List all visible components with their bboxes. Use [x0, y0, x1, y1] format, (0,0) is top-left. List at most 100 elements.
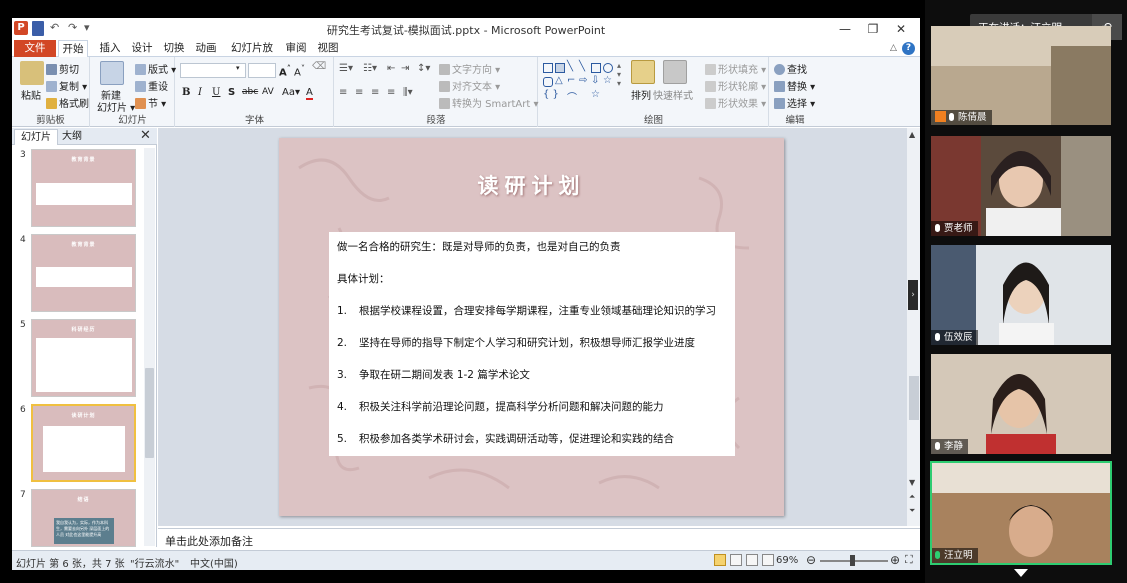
help-icon[interactable]: ? — [902, 42, 915, 55]
increase-indent-icon[interactable]: ⇥ — [401, 63, 409, 74]
arrange-button[interactable]: 排列 — [631, 87, 651, 102]
reset-button[interactable]: 重设 — [135, 78, 168, 93]
slide-area-scroll-thumb[interactable] — [909, 376, 919, 420]
shape-star2-icon[interactable]: ☆ — [591, 89, 600, 100]
slide-thumbnail-3[interactable]: 教育背景 — [31, 149, 136, 227]
restore-button[interactable]: ❐ — [860, 20, 886, 38]
slide-thumbnail-6[interactable]: 读研计划 — [31, 404, 136, 482]
slide-sorter-view-button[interactable] — [730, 554, 742, 566]
tab-insert[interactable]: 插入 — [96, 40, 124, 57]
text-shadow-button[interactable]: S — [228, 87, 235, 98]
tab-slideshow[interactable]: 幻灯片放映 — [226, 40, 278, 71]
video-tile[interactable]: 李静 — [931, 354, 1111, 454]
scroll-down-arrow-icon[interactable] — [1014, 569, 1028, 577]
scroll-up-icon[interactable]: ▲ — [909, 130, 915, 139]
slide-content-textbox[interactable]: 做一名合格的研究生：既是对导师的负责，也是对自己的负责 具体计划： 1. 根据学校… — [329, 232, 735, 456]
shape-down-arrow-icon[interactable]: ⇩ — [591, 75, 599, 86]
align-center-icon[interactable]: ≡ — [355, 87, 363, 98]
text-direction-button[interactable]: 文字方向 ▾ — [439, 61, 500, 76]
close-button[interactable]: ✕ — [888, 20, 914, 38]
tab-file[interactable]: 文件 — [14, 40, 56, 57]
font-color-button[interactable]: A — [306, 87, 313, 100]
clear-format-icon[interactable]: ⌫ — [312, 61, 326, 72]
shape-line-icon[interactable]: ╲ — [567, 61, 573, 72]
tab-transitions[interactable]: 切换 — [160, 40, 188, 57]
slides-pane-scroll-thumb[interactable] — [145, 368, 154, 458]
shape-textbox-icon[interactable] — [555, 63, 565, 73]
replace-button[interactable]: 替换 ▾ — [774, 78, 815, 93]
video-tile[interactable]: 陈倩晨 — [931, 26, 1111, 125]
next-slide-icon[interactable]: ⏷ — [909, 506, 915, 516]
minimize-button[interactable]: — — [832, 20, 858, 38]
normal-view-button[interactable] — [714, 554, 726, 566]
zoom-in-icon[interactable]: ⊕ — [890, 553, 900, 567]
zoom-level[interactable]: 69% — [776, 555, 798, 566]
shape-effects-button[interactable]: 形状效果 ▾ — [705, 95, 766, 110]
grow-font-icon[interactable]: A˄ — [279, 63, 291, 78]
slide-thumbnail-4[interactable]: 教育背景 — [31, 234, 136, 312]
shape-arrow-icon[interactable]: ╲ — [579, 61, 585, 72]
language-status[interactable]: 中文(中国) — [190, 555, 238, 570]
tab-outline[interactable]: 大纲 — [56, 129, 88, 145]
convert-smartart-button[interactable]: 转换为 SmartArt ▾ — [439, 95, 539, 110]
columns-icon[interactable]: ⫼▾ — [403, 87, 413, 98]
new-slide-icon[interactable] — [100, 61, 124, 85]
shrink-font-icon[interactable]: A˅ — [294, 63, 305, 78]
shapes-gallery-more-icon[interactable]: ▴ ▾ ▾ — [617, 61, 621, 88]
quick-styles-icon[interactable] — [663, 60, 687, 84]
shape-outline-button[interactable]: 形状轮廓 ▾ — [705, 78, 766, 93]
shape-rect2-icon[interactable] — [591, 63, 601, 73]
shape-right-arrow-icon[interactable]: ⇨ — [579, 75, 587, 86]
character-spacing-button[interactable]: AV — [262, 87, 274, 97]
decrease-indent-icon[interactable]: ⇤ — [387, 63, 395, 74]
align-right-icon[interactable]: ≡ — [371, 87, 379, 98]
cut-button[interactable]: 剪切 — [46, 61, 79, 76]
powerpoint-app-icon[interactable]: P — [14, 21, 28, 35]
tab-slides[interactable]: 幻灯片 — [14, 129, 58, 145]
video-tile-active-speaker[interactable]: 汪立明 — [931, 463, 1111, 563]
slideshow-view-button[interactable] — [762, 554, 774, 566]
video-tile[interactable]: 贾老师 — [931, 136, 1111, 236]
shape-oval-icon[interactable] — [603, 63, 613, 73]
scroll-down-icon[interactable]: ▼ — [909, 478, 915, 487]
minimize-ribbon-icon[interactable]: △ — [890, 43, 897, 53]
shape-star-icon[interactable]: ☆ — [603, 75, 612, 86]
fit-to-window-icon[interactable]: ⛶ — [905, 553, 913, 567]
zoom-out-icon[interactable]: ⊖ — [806, 553, 816, 567]
slide-thumbnail-7[interactable]: 结语 我自我认为，实际，作为本科生，需要去向另外 深层面上的人员 对此也这里能提… — [31, 489, 136, 547]
justify-icon[interactable]: ≡ — [387, 87, 395, 98]
font-name-dropdown-icon[interactable]: ▾ — [236, 64, 240, 72]
slide-area-scrollbar[interactable]: ▲ ▼ ⏶ ⏷ — [906, 128, 920, 526]
close-pane-icon[interactable]: ✕ — [140, 128, 151, 143]
notes-pane[interactable]: 单击此处添加备注 — [158, 528, 920, 550]
redo-icon[interactable]: ↷ — [68, 21, 77, 36]
align-text-button[interactable]: 对齐文本 ▾ — [439, 78, 500, 93]
format-painter-button[interactable]: 格式刷 — [46, 95, 89, 110]
arrange-icon[interactable] — [631, 60, 655, 84]
line-spacing-icon[interactable]: ↕▾ — [417, 63, 430, 74]
strikethrough-button[interactable]: abc — [242, 87, 258, 97]
paste-button[interactable]: 粘贴 — [21, 87, 41, 102]
bullets-icon[interactable]: ☰▾ — [339, 63, 353, 74]
numbering-icon[interactable]: ☷▾ — [363, 63, 377, 74]
align-left-icon[interactable]: ≡ — [339, 87, 347, 98]
underline-button[interactable]: U — [212, 87, 220, 98]
shape-fill-button[interactable]: 形状填充 ▾ — [705, 61, 766, 76]
shape-triangle-icon[interactable]: △ — [555, 75, 563, 86]
change-case-button[interactable]: Aa▾ — [282, 87, 300, 98]
quick-styles-button[interactable]: 快速样式 — [653, 87, 693, 102]
find-button[interactable]: 查找 — [774, 61, 807, 76]
save-icon[interactable] — [32, 21, 44, 36]
font-size-combo[interactable] — [248, 63, 276, 78]
slide-title[interactable]: 读研计划 — [279, 170, 784, 200]
zoom-slider-knob[interactable] — [850, 555, 855, 566]
customize-quick-access-icon[interactable]: ▾ — [84, 21, 90, 36]
tab-review[interactable]: 审阅 — [284, 40, 308, 57]
bold-button[interactable]: B — [182, 87, 190, 98]
layout-button[interactable]: 版式 ▾ — [135, 61, 176, 76]
italic-button[interactable]: I — [198, 87, 202, 98]
section-button[interactable]: 节 ▾ — [135, 95, 166, 110]
shape-rectangle-icon[interactable] — [543, 63, 553, 73]
slide-canvas[interactable]: 读研计划 做一名合格的研究生：既是对导师的负责，也是对自己的负责 具体计划： 1… — [279, 138, 784, 516]
select-button[interactable]: 选择 ▾ — [774, 95, 815, 110]
